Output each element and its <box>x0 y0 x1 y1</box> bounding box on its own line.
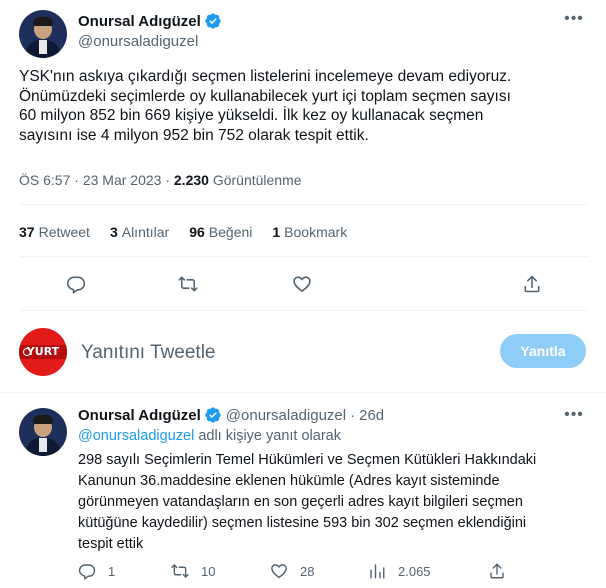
author-handle-row: @onursaladiguzel <box>78 33 198 50</box>
reply-input[interactable]: Yanıtını Tweetle <box>81 342 216 364</box>
reply-composer: YURT Yanıtını Tweetle Yanıtla <box>0 320 606 386</box>
reply-count: 1 <box>108 563 116 579</box>
reply-text-line: kütüğüne kaydedilir) seçmen listesine 59… <box>78 515 527 531</box>
verified-badge-icon <box>205 407 221 423</box>
tweet-meta: ÖS 6:57 · 23 Mar 2023 · 2.230 Görüntülen… <box>19 172 302 188</box>
replying-to-handle[interactable]: @onursaladiguzel <box>78 428 194 444</box>
tweet-text-line: YSK'nın askıya çıkardığı seçmen listeler… <box>19 68 512 85</box>
more-icon[interactable]: ••• <box>562 406 586 424</box>
divider <box>19 310 589 311</box>
reply-button[interactable] <box>62 270 90 298</box>
retweets-stat[interactable]: 37 Retweet <box>19 224 90 240</box>
tweet-stats: 37 Retweet 3 Alıntılar 96 Beğeni 1 Bookmark <box>19 224 367 240</box>
divider <box>19 256 589 257</box>
like-button[interactable] <box>288 270 316 298</box>
share-button[interactable] <box>518 270 546 298</box>
share-icon <box>490 563 504 579</box>
more-icon[interactable]: ••• <box>562 10 586 28</box>
avatar-logo-text: YURT <box>26 345 60 358</box>
tweet-text-line: 60 milyon 852 bin 669 kişiye yükseldi. İ… <box>19 107 484 124</box>
tweet-text: YSK'nın askıya çıkardığı seçmen listeler… <box>19 67 589 145</box>
reply-icon <box>78 564 96 580</box>
author-avatar[interactable] <box>19 408 67 456</box>
user-avatar[interactable]: YURT <box>19 328 67 376</box>
reply-retweet-button[interactable]: 10 <box>171 562 215 580</box>
tweet-text-line: Önümüzdeki seçimlerde oy kullanabilecek … <box>19 87 511 105</box>
reply-text: 298 sayılı Seçimlerin Temel Hükümleri ve… <box>78 450 588 555</box>
author-avatar[interactable] <box>19 10 67 58</box>
likes-stat[interactable]: 96 Beğeni <box>189 224 252 240</box>
reply-header: Onursal Adıgüzel @onursaladiguzel · 26d <box>78 406 384 424</box>
retweet-count: 10 <box>201 563 216 579</box>
author-name-row: Onursal Adıgüzel <box>78 12 222 30</box>
divider <box>19 204 589 205</box>
tweet-time[interactable]: ÖS 6:57 <box>19 172 70 188</box>
reply-text-line: tespit ettik <box>78 536 144 552</box>
verified-badge-icon <box>205 13 221 29</box>
divider <box>0 392 606 393</box>
quotes-stat[interactable]: 3 Alıntılar <box>110 224 169 240</box>
tweet-date[interactable]: 23 Mar 2023 <box>83 172 162 188</box>
tweet-text-line: sayısını ise 4 milyon 952 bin 752 olarak… <box>19 126 369 144</box>
reply-views-button[interactable]: 2.065 <box>368 562 431 580</box>
reply-like-button[interactable]: 28 <box>270 562 314 580</box>
views-icon <box>370 564 385 579</box>
reply-submit-button[interactable]: Yanıtla <box>500 334 586 368</box>
reply-icon <box>66 276 86 294</box>
retweet-icon <box>171 564 189 578</box>
retweet-icon <box>178 276 198 292</box>
author-name[interactable]: Onursal Adıgüzel <box>78 407 201 424</box>
views-count: 2.230 <box>173 172 209 188</box>
view-count: 2.065 <box>398 563 431 579</box>
reply-text-line: Kanunun 36.maddesine eklenen hükümle (Ad… <box>78 473 500 489</box>
retweet-button[interactable] <box>174 270 202 298</box>
author-handle[interactable]: @onursaladiguzel <box>78 33 198 50</box>
reply-text-line: 298 sayılı Seçimlerin Temel Hükümleri ve… <box>78 452 537 468</box>
reply-share-button[interactable] <box>488 562 506 580</box>
author-handle[interactable]: @onursaladiguzel <box>226 407 346 424</box>
reply-text-line: görünmeyen vatandaşların en son geçerli … <box>78 494 523 510</box>
reply-actions: 1 10 28 2.065 <box>0 562 606 582</box>
replying-to: @onursaladiguzel adlı kişiye yanıt olara… <box>78 428 341 444</box>
reply-reply-button[interactable]: 1 <box>78 562 115 580</box>
tweet-age[interactable]: 26d <box>359 407 384 424</box>
separator: · <box>350 406 356 424</box>
like-count: 28 <box>300 563 315 579</box>
like-icon <box>293 276 311 292</box>
views-label: Görüntülenme <box>212 172 302 188</box>
tweet-actions <box>0 270 606 298</box>
like-icon <box>271 564 287 579</box>
share-icon <box>524 275 540 293</box>
bookmarks-stat[interactable]: 1 Bookmark <box>272 224 347 240</box>
author-name[interactable]: Onursal Adıgüzel <box>78 13 201 30</box>
replying-to-suffix: adlı kişiye yanıt olarak <box>198 428 341 444</box>
